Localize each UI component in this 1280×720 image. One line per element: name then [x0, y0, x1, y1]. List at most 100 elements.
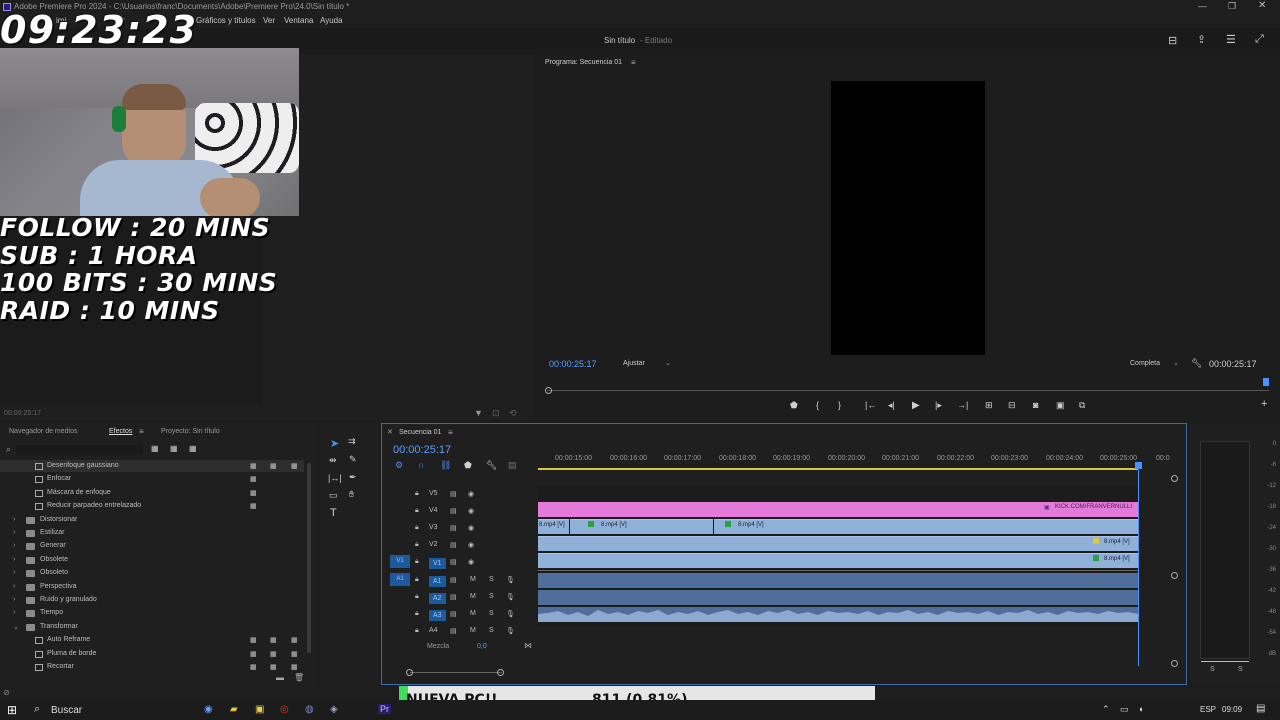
chevron-right-icon[interactable]: › [13, 583, 15, 590]
timeline-vscroll-mid[interactable] [1171, 572, 1178, 579]
mute-button[interactable]: M [470, 627, 476, 634]
lift-icon[interactable]: ⊞ [985, 400, 993, 411]
file-explorer-icon[interactable]: ▰ [230, 704, 238, 715]
track-label[interactable]: V1 [429, 558, 446, 569]
playhead-marker[interactable] [1135, 462, 1142, 469]
chevron-right-icon[interactable]: › [13, 542, 15, 549]
timeline-vscroll-top[interactable] [1171, 475, 1178, 482]
quality-chevron-icon[interactable]: ⌄ [1173, 359, 1179, 367]
sync-lock-icon[interactable]: ▤ [450, 610, 457, 618]
notifications-icon[interactable]: ▤ [1256, 703, 1265, 714]
fit-chevron-icon[interactable]: ⌄ [665, 359, 671, 367]
lock-icon[interactable]: 🔒︎ [415, 610, 419, 618]
lock-icon[interactable]: 🔒︎ [415, 593, 419, 601]
time-ruler[interactable]: 00:00:15:00 00:00:16:00 00:00:17:00 00:0… [538, 452, 1170, 470]
type-tool-icon[interactable]: T [330, 507, 337, 519]
add-marker-timeline-icon[interactable]: ⬟ [464, 460, 472, 471]
premiere-taskbar-icon[interactable]: Pr [378, 704, 391, 714]
effect-folder[interactable]: Tiempo [40, 609, 63, 616]
fullscreen-icon[interactable]: ⤢ [1255, 33, 1264, 46]
effect-folder[interactable]: Estilizar [40, 529, 65, 536]
chevron-up-icon[interactable]: ⌃ [1102, 704, 1110, 715]
delete-icon[interactable]: 🗑︎ [294, 673, 304, 682]
go-to-in-icon[interactable]: |← [865, 400, 876, 410]
sync-lock-icon[interactable]: ▤ [450, 490, 457, 498]
workspaces-icon[interactable]: ⊟ [1168, 34, 1177, 47]
sync-lock-icon[interactable]: ▤ [450, 541, 457, 549]
network-icon[interactable]: ▭ [1120, 704, 1129, 715]
slip-tool-icon[interactable]: |↔| [328, 473, 342, 483]
timeline-vscroll-bottom[interactable] [1171, 660, 1178, 667]
mix-width-icon[interactable]: ⋈ [524, 641, 532, 650]
chevron-right-icon[interactable]: › [13, 529, 15, 536]
source-patch-audio[interactable]: A1 [390, 573, 410, 586]
menu-graficos[interactable]: Gráficos y títulos [196, 16, 256, 25]
effects-menu-icon[interactable]: ≡ [139, 427, 144, 436]
mute-button[interactable]: M [470, 576, 476, 583]
effect-folder[interactable]: Perspectiva [40, 583, 77, 590]
timeline-timecode[interactable]: 00:00:25:17 [393, 444, 451, 456]
play-icon[interactable]: ▶ [912, 400, 920, 411]
captions-icon[interactable]: ▤ [508, 460, 517, 471]
ripple-edit-tool-icon[interactable]: ⇹ [329, 455, 337, 466]
a2-clip[interactable] [538, 590, 1138, 605]
menu-ver[interactable]: Ver [263, 16, 275, 25]
track-label[interactable]: V2 [429, 541, 438, 548]
search-icon[interactable]: ⌕ [6, 444, 11, 455]
source-patch-video[interactable]: V1 [390, 555, 410, 568]
fit-dropdown[interactable]: Ajustar [623, 360, 645, 367]
timeline-zoom-left[interactable] [406, 669, 413, 676]
maximize-button[interactable]: ❐ [1228, 1, 1236, 12]
mark-out-icon[interactable]: } [838, 400, 841, 410]
taskbar-lang[interactable]: ESP [1200, 705, 1216, 714]
a3-clip[interactable] [538, 607, 1138, 622]
track-label[interactable]: A4 [429, 627, 438, 634]
microphone-icon[interactable]: 🎙︎ [506, 576, 515, 584]
settings-wrench-icon[interactable]: 🔧︎ [1191, 358, 1202, 369]
rectangle-tool-icon[interactable]: ▭ [329, 490, 338, 501]
taskbar-app-icon[interactable]: ◉ [204, 704, 213, 715]
tab-effects[interactable]: Efectos [109, 428, 132, 435]
track-label[interactable]: A2 [429, 593, 446, 604]
step-back-icon[interactable]: ◂| [888, 400, 895, 411]
effect-folder[interactable]: Ruido y granulado [40, 596, 97, 603]
sync-lock-icon[interactable]: ▤ [450, 593, 457, 601]
lock-icon[interactable]: 🔒︎ [415, 524, 419, 532]
razor-tool-icon[interactable]: ✎ [349, 454, 357, 465]
taskbar-time[interactable]: 09:09 [1222, 705, 1242, 714]
mix-value[interactable]: 0,0 [477, 643, 487, 650]
microphone-icon[interactable]: 🎙︎ [506, 610, 515, 618]
chevron-right-icon[interactable]: › [13, 556, 15, 563]
effect-folder[interactable]: Obsolete [40, 556, 68, 563]
effect-item[interactable]: Reducir parpadeo entrelazado [47, 502, 141, 509]
sync-lock-icon[interactable]: ▤ [450, 627, 457, 635]
accelerated-filter-icon[interactable]: ▦ [151, 444, 159, 453]
lock-icon[interactable]: 🔒︎ [415, 490, 419, 498]
chevron-right-icon[interactable]: › [13, 609, 15, 616]
timeline-zoom-bar[interactable] [410, 672, 502, 673]
solo-button[interactable]: S [489, 610, 494, 617]
taskbar-app-icon[interactable]: ◎ [280, 704, 289, 715]
effects-search-input[interactable] [16, 445, 143, 455]
share-icon[interactable]: ☰ [1226, 33, 1236, 46]
effect-folder[interactable]: Distorsionar [40, 516, 77, 523]
v1-clip[interactable] [538, 553, 1138, 568]
hand-tool-icon[interactable]: ✋︎ [349, 489, 354, 500]
chevron-right-icon[interactable]: › [13, 516, 15, 523]
work-area-bar[interactable] [538, 468, 1138, 470]
eye-icon[interactable]: ◉ [468, 524, 474, 532]
program-scrub-bar[interactable] [547, 390, 1269, 391]
discord-icon[interactable]: ◍ [305, 704, 314, 715]
timeline-close-icon[interactable]: ✕ [387, 428, 393, 436]
linked-selection-icon[interactable]: ⛓ [440, 460, 451, 471]
track-label[interactable]: A3 [429, 610, 446, 621]
timeline-title[interactable]: Secuencia 01 [399, 429, 441, 436]
mark-in-icon[interactable]: { [816, 400, 819, 410]
32bit-filter-icon[interactable]: ▦ [170, 444, 178, 453]
timeline-settings-icon[interactable]: 🔧︎ [486, 460, 497, 471]
program-timecode[interactable]: 00:00:25:17 [549, 359, 597, 369]
taskbar-search-input[interactable]: Buscar [51, 705, 82, 716]
minimize-button[interactable]: — [1198, 1, 1207, 11]
tab-project[interactable]: Proyecto: Sin título [161, 428, 220, 435]
effects-scrollbar[interactable] [307, 463, 311, 653]
